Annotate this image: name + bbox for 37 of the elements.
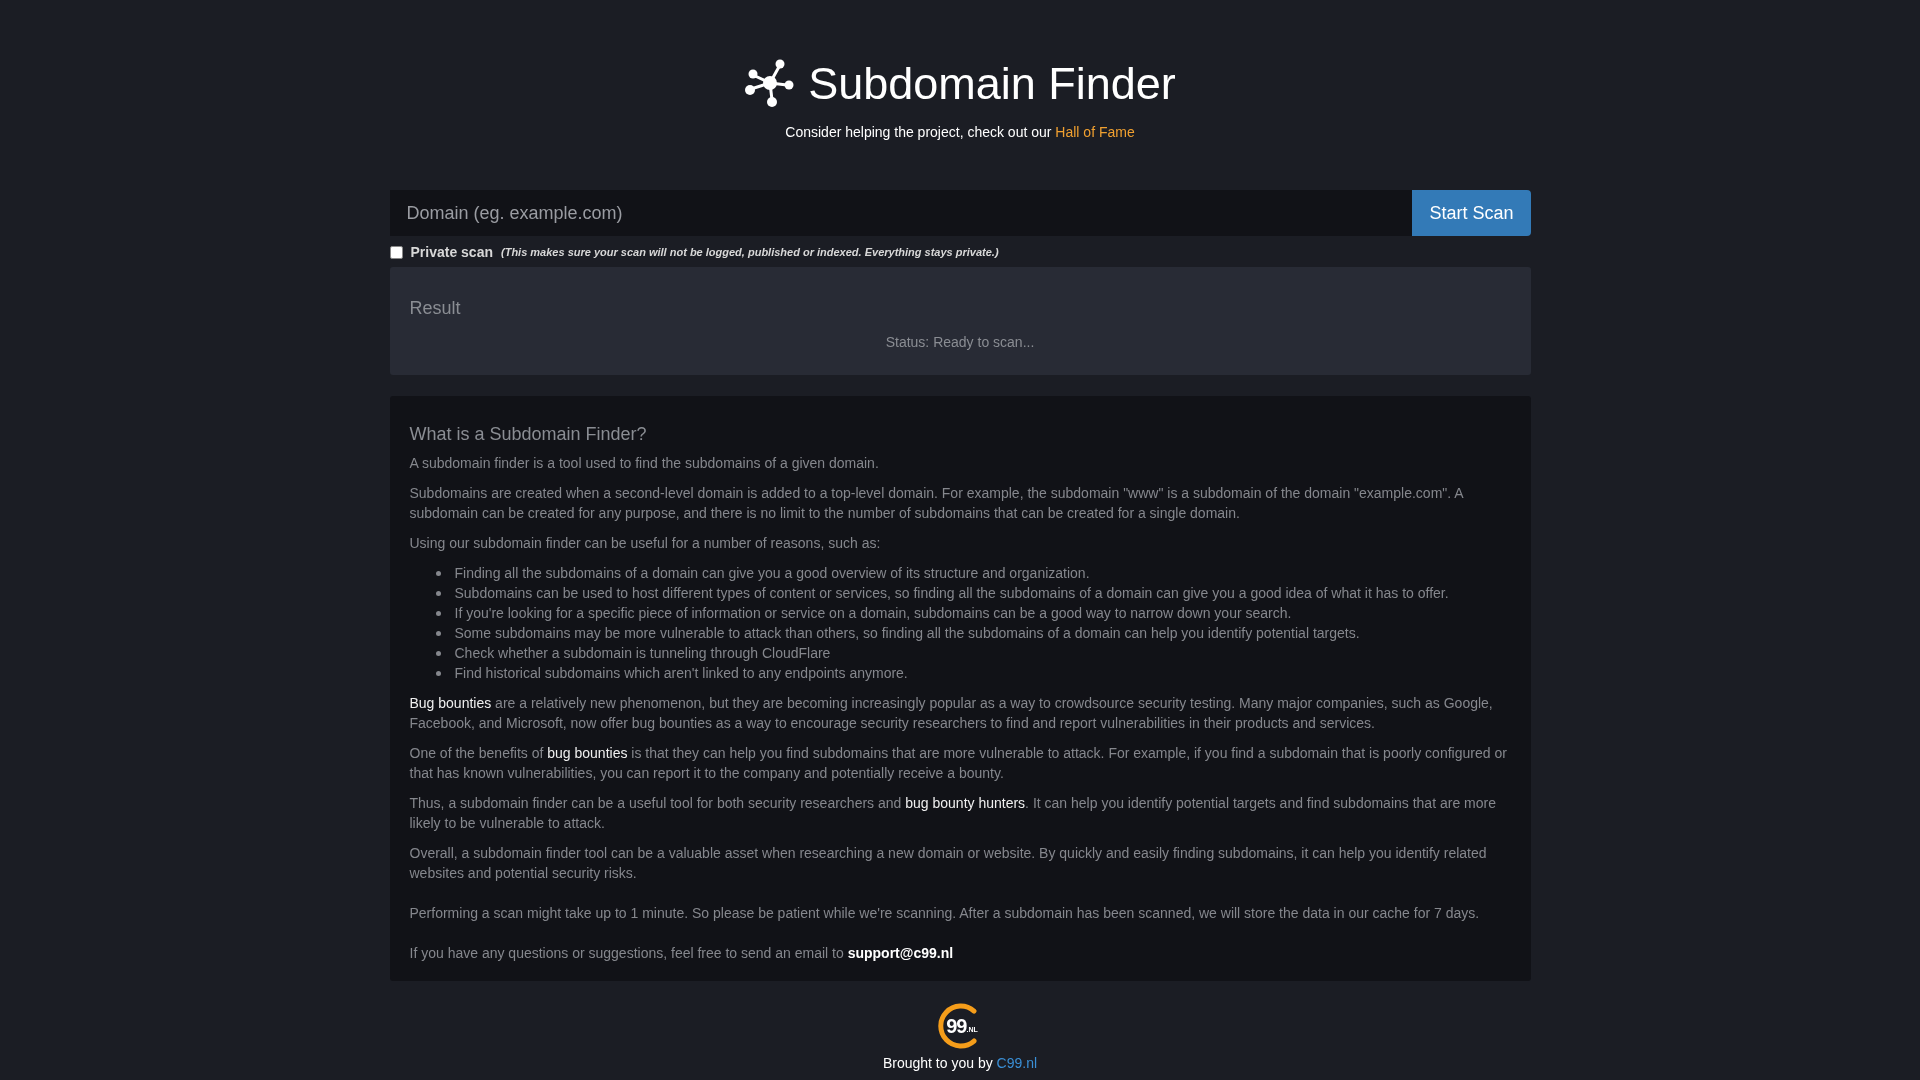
bullet-icon — [435, 671, 441, 676]
private-scan-note: (This makes sure your scan will not be logged, published or indexed. Everything stays private.) — [501, 244, 999, 260]
paragraph: Overall, a subdomain finder tool can be a valuable asset when researching a new domain or website. By quickly and easily finding subdomains, it can help you identify related websites and potential security risks. — [409, 844, 1488, 883]
credit-text: Brought to you by C99.nl — [882, 1054, 1038, 1073]
start-scan-button[interactable]: Start Scan — [1412, 190, 1531, 236]
paragraph: Performing a scan might take up to 1 minute. So please be patient while we're scanning. After a subdomain has been scanned, we will store the data in our cache for 7 days. — [409, 904, 1481, 923]
list-item: Finding all the subdomains of a domain can give you a good overview of its structure and organization. — [454, 564, 1090, 583]
bullet-icon — [435, 631, 441, 636]
link[interactable]: C99.nl — [996, 1055, 1038, 1071]
paragraph: A subdomain finder is a tool used to find the subdomains of a given domain. — [409, 454, 880, 473]
list-item: If you're looking for a specific piece of information or service on a domain, subdomains can be a good way to narrow down your search. — [454, 604, 1292, 623]
paragraph: One of the benefits of bug bounties is that they can help you find subdomains that are more vulnerable to attack. For example, if you find a subdomain that is poorly configured or that has known vulnerabilities, you can report it to the company and potentially receive a bounty. — [409, 744, 1508, 783]
list-item: Check whether a subdomain is tunneling through CloudFlare — [454, 644, 831, 663]
domain-input-field[interactable]: Domain (eg. example.com) — [389, 190, 1413, 236]
private-scan-label: Private scan — [410, 242, 493, 262]
paragraph: If you have any questions or suggestions, feel free to send an email to support@c99.nl — [409, 944, 955, 963]
paragraph: Bug bounties are a relatively new phenomenon, but they are becoming increasingly popular as a way to crowdsource security testing. Many major companies, such as Google, Facebook, and Microsoft, now offer bug bounties as a way to encourage security researchers to find and report vulnerabilities in their products and services. — [409, 694, 1494, 733]
list-item: Some subdomains may be more vulnerable to attack than others, so finding all the subdomains of a domain can help you identify potential targets. — [454, 624, 1360, 643]
section-heading: What is a Subdomain Finder? — [409, 424, 648, 444]
paragraph: Thus, a subdomain finder can be a useful tool for both security researchers and bug bounty hunters. It can help you identify potential targets and find subdomains that are more likely to be vulnerable to attack. — [409, 794, 1497, 833]
subtitle: Consider helping the project, check out our Hall of Fame — [784, 123, 1136, 142]
status-text: Status: Ready to scan... — [884, 333, 1036, 352]
paragraph: Subdomains are created when a second-level domain is added to a top-level domain. For example, the subdomain "www" is a subdomain of the domain "example.com". A subdomain can be created for any purpose, and there is no limit to the number of subdomains that can be created for a single domain. — [409, 484, 1465, 523]
bullet-icon — [435, 611, 441, 616]
link[interactable]: Bug bounties — [409, 695, 492, 711]
bullet-icon — [435, 571, 441, 576]
list-item: Find historical subdomains which aren't linked to any endpoints anymore. — [454, 664, 908, 683]
private-scan-checkbox[interactable] — [389, 245, 403, 259]
bullet-icon — [435, 651, 441, 656]
paragraph: Using our subdomain finder can be useful for a number of reasons, such as: — [409, 534, 882, 553]
link[interactable]: bug bounties — [547, 745, 628, 761]
hall-of-fame-link[interactable]: Hall of Fame — [1055, 124, 1135, 140]
bullet-icon — [435, 591, 441, 596]
list-item: Subdomains can be used to host different types of content or services, so finding all the subdomains of a domain can give you a good idea of what it has to offer. — [454, 584, 1449, 603]
result-title: Result — [409, 297, 462, 320]
page-title: Subdomain Finder — [808, 60, 1176, 106]
email-link[interactable]: support@c99.nl — [847, 945, 954, 961]
